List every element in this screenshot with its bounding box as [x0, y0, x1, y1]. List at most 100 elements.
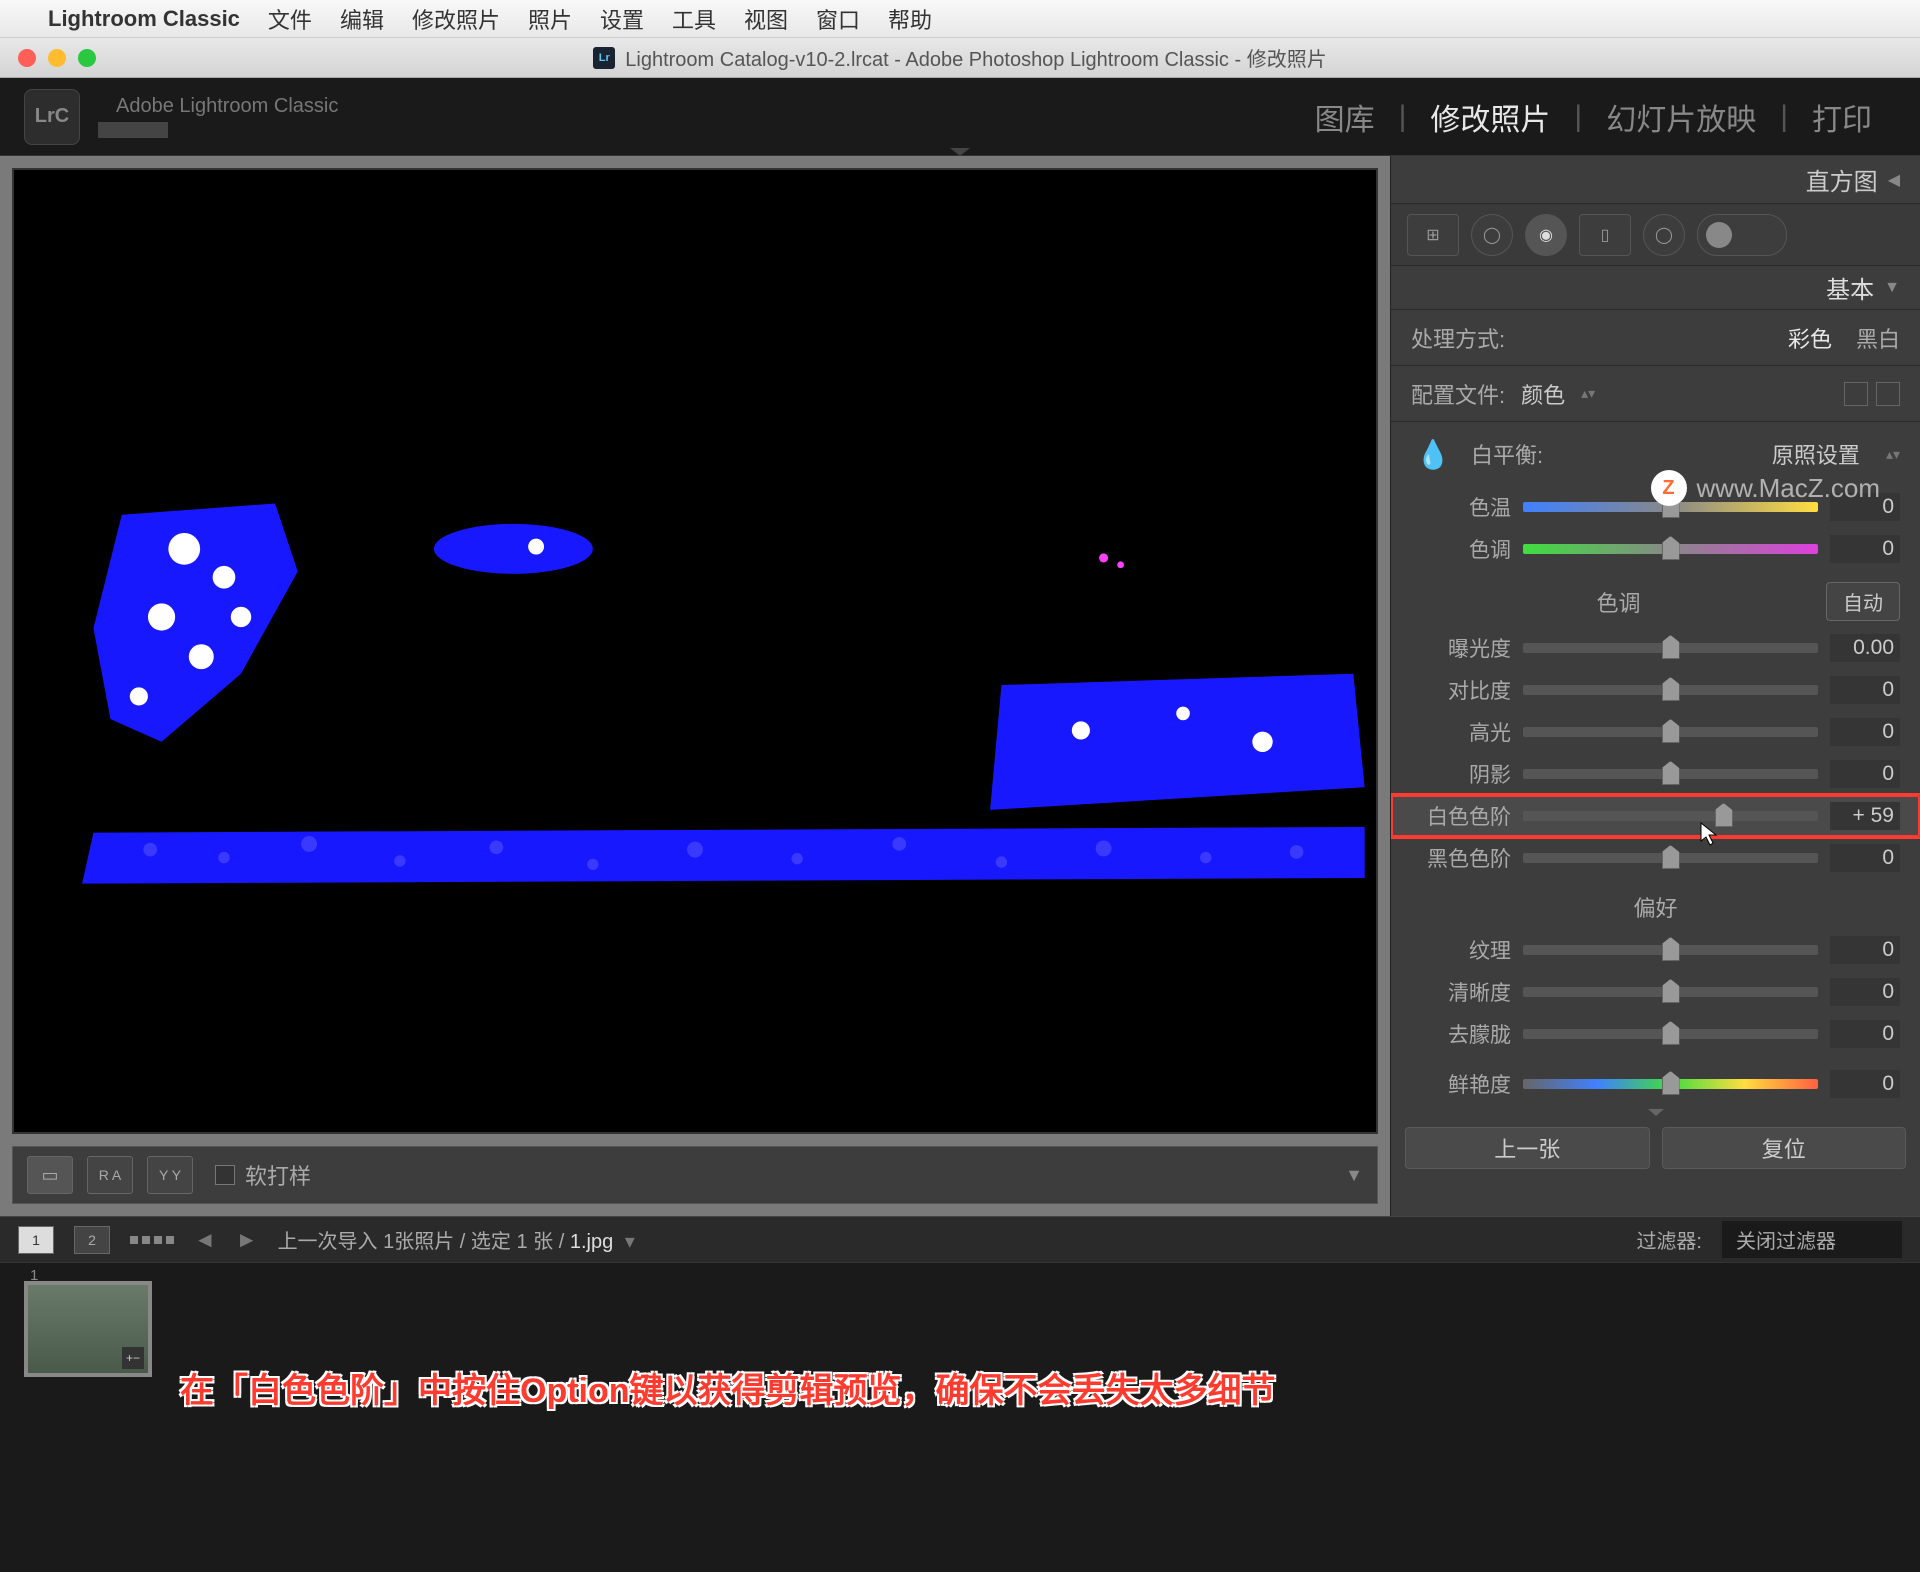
temp-label: 色温 [1411, 492, 1511, 522]
tutorial-annotation: 在「白色色阶」中按住Option键以获得剪辑预览，确保不会丢失太多细节 [180, 1363, 1276, 1412]
clarity-value[interactable]: 0 [1830, 978, 1900, 1006]
watermark-text: www.MacZ.com [1697, 473, 1880, 504]
exposure-value[interactable]: 0.00 [1830, 634, 1900, 662]
main-content: ▭ R A Y Y 软打样 ▼ 直方图 ◀ ⊞ ◯ ◉ ▯ ◯ 基本 ▼ [0, 156, 1920, 1216]
module-library[interactable]: 图库 [1291, 95, 1399, 139]
blacks-value[interactable]: 0 [1830, 844, 1900, 872]
highlights-value[interactable]: 0 [1830, 718, 1900, 746]
menu-tools[interactable]: 工具 [672, 3, 716, 35]
tint-slider[interactable] [1523, 544, 1818, 554]
shadows-value[interactable]: 0 [1830, 760, 1900, 788]
contrast-label: 对比度 [1411, 675, 1511, 705]
menu-photo[interactable]: 照片 [528, 3, 572, 35]
before-after-tb-button[interactable]: Y Y [147, 1156, 193, 1194]
breadcrumb[interactable]: 上一次导入 1张照片 / 选定 1 张 / 1.jpg ▾ [278, 1225, 1617, 1254]
blacks-slider[interactable] [1523, 853, 1818, 863]
adjustment-brush-tool[interactable] [1697, 214, 1787, 256]
menu-settings[interactable]: 设置 [600, 3, 644, 35]
module-develop[interactable]: 修改照片 [1406, 95, 1574, 139]
menu-help[interactable]: 帮助 [888, 3, 932, 35]
contrast-slider[interactable] [1523, 685, 1818, 695]
treatment-bw[interactable]: 黑白 [1856, 322, 1900, 354]
shadows-slider[interactable] [1523, 769, 1818, 779]
wb-preset-dropdown[interactable]: 原照设置 [1772, 438, 1860, 470]
menu-file[interactable]: 文件 [268, 3, 312, 35]
dehaze-slider[interactable] [1523, 1029, 1818, 1039]
updown-icon[interactable]: ▴▾ [1581, 385, 1595, 402]
whites-label: 白色色阶 [1411, 801, 1511, 831]
menu-develop[interactable]: 修改照片 [412, 3, 500, 35]
filter-dropdown[interactable]: 关闭过滤器 [1722, 1221, 1902, 1258]
menu-window[interactable]: 窗口 [816, 3, 860, 35]
menu-edit[interactable]: 编辑 [340, 3, 384, 35]
updown-icon[interactable]: ▴▾ [1886, 446, 1900, 463]
close-window-button[interactable] [18, 49, 36, 67]
window-titlebar: Lr Lightroom Catalog-v10-2.lrcat - Adobe… [0, 38, 1920, 78]
menu-view[interactable]: 视图 [744, 3, 788, 35]
module-print[interactable]: 打印 [1788, 95, 1896, 139]
collapse-triangle-icon: ◀ [1888, 170, 1900, 190]
app-header: LrC Adobe Lightroom Classic 图库 | 修改照片 | … [0, 78, 1920, 156]
thumb-index: 1 [30, 1267, 38, 1284]
texture-label: 纹理 [1411, 935, 1511, 965]
histogram-panel-header[interactable]: 直方图 ◀ [1391, 156, 1920, 204]
watermark-badge-icon: Z [1651, 470, 1687, 506]
shadows-slider-row: 阴影 0 [1391, 753, 1920, 795]
photo-canvas[interactable] [12, 168, 1378, 1134]
radial-filter-tool[interactable]: ◯ [1643, 214, 1685, 256]
module-slideshow[interactable]: 幻灯片放映 [1582, 95, 1780, 139]
exposure-label: 曝光度 [1411, 633, 1511, 663]
nav-buttons: 上一张 复位 [1391, 1119, 1920, 1177]
tone-group-header: 色调 自动 [1391, 570, 1920, 627]
develop-right-panel: 直方图 ◀ ⊞ ◯ ◉ ▯ ◯ 基本 ▼ 处理方式: 彩色 黑白 配置文件: 颜… [1390, 156, 1920, 1216]
previous-button[interactable]: 上一张 [1405, 1127, 1650, 1169]
traffic-lights [0, 49, 96, 67]
soft-proof-toggle[interactable]: 软打样 [215, 1159, 311, 1191]
secondary-display-button[interactable]: 2 [74, 1226, 110, 1254]
highlights-slider[interactable] [1523, 727, 1818, 737]
contrast-value[interactable]: 0 [1830, 676, 1900, 704]
clarity-slider[interactable] [1523, 987, 1818, 997]
filmstrip-thumbnail[interactable]: 1 +− [24, 1281, 152, 1377]
blacks-label: 黑色色阶 [1411, 843, 1511, 873]
loupe-view-button[interactable]: ▭ [27, 1156, 73, 1194]
before-after-lr-button[interactable]: R A [87, 1156, 133, 1194]
minimize-window-button[interactable] [48, 49, 66, 67]
canvas-area: ▭ R A Y Y 软打样 ▼ [0, 156, 1390, 1216]
menu-app-name[interactable]: Lightroom Classic [48, 6, 240, 32]
dehaze-value[interactable]: 0 [1830, 1020, 1900, 1048]
texture-value[interactable]: 0 [1830, 936, 1900, 964]
histogram-label: 直方图 [1806, 162, 1878, 197]
crop-tool[interactable]: ⊞ [1407, 214, 1459, 256]
whites-value[interactable]: + 59 [1830, 802, 1900, 830]
graduated-filter-tool[interactable]: ▯ [1579, 214, 1631, 256]
spot-removal-tool[interactable]: ◯ [1471, 214, 1513, 256]
redeye-tool[interactable]: ◉ [1525, 214, 1567, 256]
panel-scroll-indicator-icon[interactable] [1391, 1105, 1920, 1119]
toolbar-menu-caret-icon[interactable]: ▼ [1345, 1165, 1363, 1186]
filmstrip: 1 +− 在「白色色阶」中按住Option键以获得剪辑预览，确保不会丢失太多细节 [0, 1262, 1920, 1442]
whites-slider[interactable] [1523, 811, 1818, 821]
vibrance-slider[interactable] [1523, 1079, 1818, 1089]
collapse-top-panel-icon[interactable] [950, 148, 970, 156]
profile-dropdown[interactable]: 颜色 [1521, 378, 1565, 410]
wb-eyedropper-tool[interactable]: 💧 [1411, 432, 1455, 476]
auto-tone-button[interactable]: 自动 [1826, 582, 1900, 621]
vibrance-value[interactable]: 0 [1830, 1070, 1900, 1098]
texture-slider[interactable] [1523, 945, 1818, 955]
grid-view-button[interactable] [130, 1236, 174, 1244]
nav-back-icon[interactable]: ◄ [194, 1227, 216, 1253]
reset-button[interactable]: 复位 [1662, 1127, 1907, 1169]
breadcrumb-caret-icon: ▾ [625, 1231, 635, 1253]
tint-value[interactable]: 0 [1830, 535, 1900, 563]
primary-display-button[interactable]: 1 [18, 1226, 54, 1254]
profile-grid-icon[interactable] [1844, 382, 1868, 406]
maximize-window-button[interactable] [78, 49, 96, 67]
profile-browser-icon[interactable] [1876, 382, 1900, 406]
basic-panel-header[interactable]: 基本 ▼ [1391, 266, 1920, 310]
treatment-label: 处理方式: [1411, 322, 1788, 354]
treatment-color[interactable]: 彩色 [1788, 322, 1832, 354]
exposure-slider[interactable] [1523, 643, 1818, 653]
watermark: Z www.MacZ.com [1651, 470, 1880, 506]
nav-forward-icon[interactable]: ► [236, 1227, 258, 1253]
